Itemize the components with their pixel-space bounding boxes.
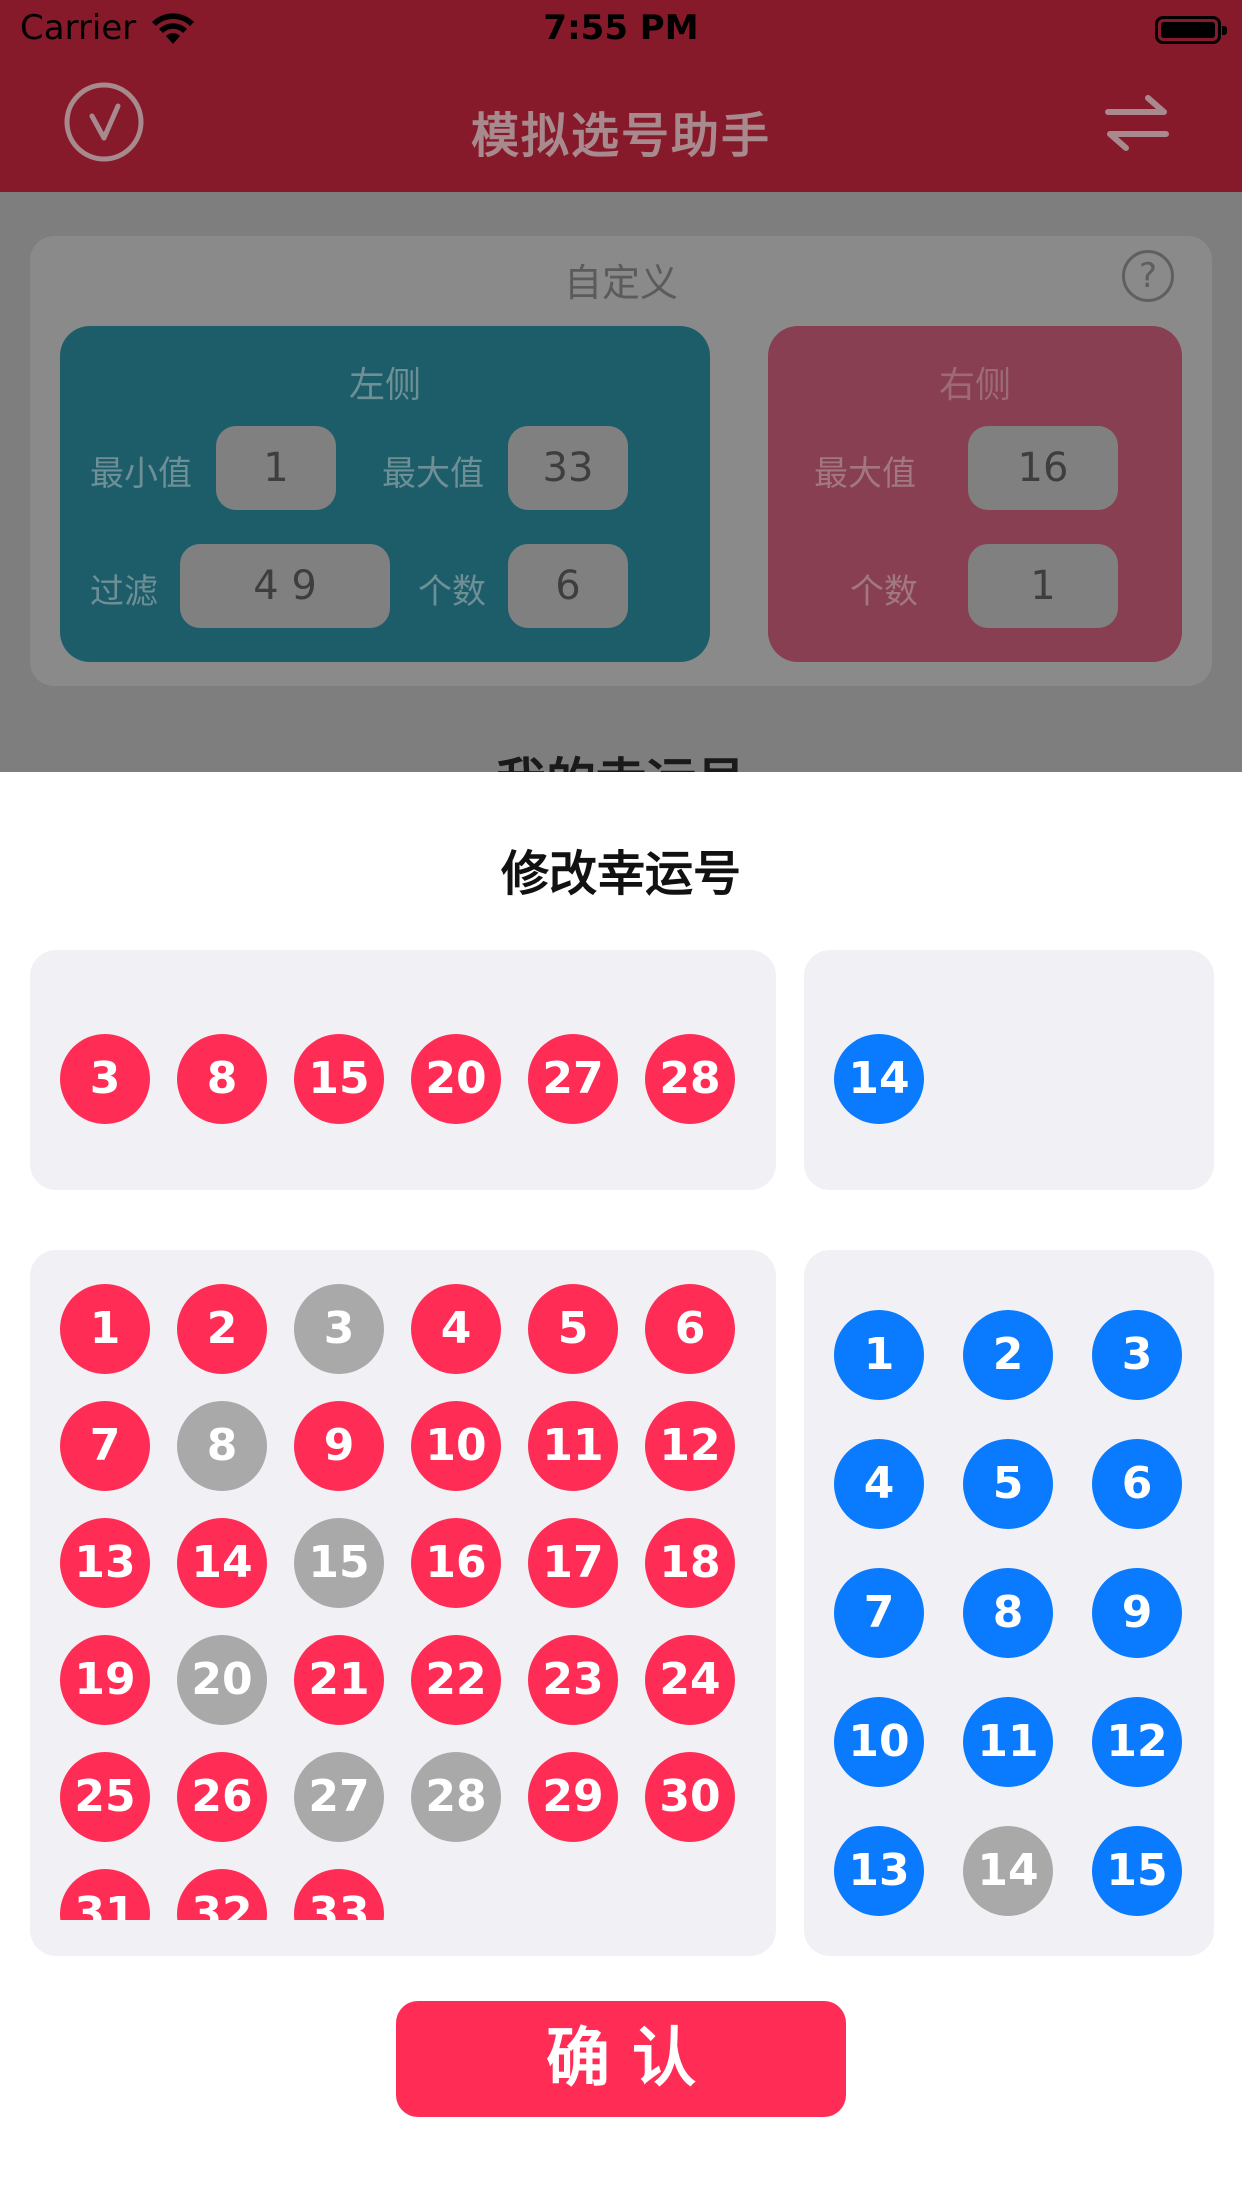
- left-number-ball[interactable]: 14: [177, 1518, 267, 1608]
- right-count-label: 个数: [850, 572, 918, 612]
- selected-right-ball[interactable]: 14: [834, 1034, 924, 1124]
- right-number-ball[interactable]: 2: [963, 1310, 1053, 1400]
- navigation-bar: 模拟选号助手: [0, 60, 1242, 192]
- min-label: 最小值: [90, 454, 192, 494]
- left-number-ball[interactable]: 16: [411, 1518, 501, 1608]
- max-label: 最大值: [382, 454, 484, 494]
- right-number-ball[interactable]: 3: [1092, 1310, 1182, 1400]
- right-max-value-field[interactable]: 16: [968, 426, 1118, 510]
- selected-left-ball[interactable]: 28: [645, 1034, 735, 1124]
- right-number-ball[interactable]: 15: [1092, 1826, 1182, 1916]
- right-range-panel: 右侧 最大值 16 个数 1: [768, 326, 1182, 662]
- selected-right-panel: 14: [804, 950, 1214, 1190]
- left-number-ball[interactable]: 12: [645, 1401, 735, 1491]
- left-number-ball[interactable]: 23: [528, 1635, 618, 1725]
- right-number-ball[interactable]: 12: [1092, 1697, 1182, 1787]
- confirm-button[interactable]: 确认: [396, 2001, 846, 2117]
- left-number-ball[interactable]: 30: [645, 1752, 735, 1842]
- right-number-pool: 1 2 3 4 5 6 7 8 9 10 11 12 13 14 15: [804, 1250, 1214, 1956]
- left-number-ball[interactable]: 19: [60, 1635, 150, 1725]
- left-number-ball[interactable]: 10: [411, 1401, 501, 1491]
- left-number-ball[interactable]: 32: [177, 1869, 267, 1920]
- right-number-grid: 1 2 3 4 5 6 7 8 9 10 11 12 13 14 15: [804, 1250, 1214, 1956]
- filter-label: 过滤: [90, 572, 158, 612]
- left-number-pool: 1 2 3 4 5 6 7 8 9 10 11 12 13 14 15 16 17 18 19 20 21 22 23 24 2…: [30, 1250, 776, 1956]
- right-number-ball[interactable]: 9: [1092, 1568, 1182, 1658]
- custom-title: 自定义: [563, 261, 678, 305]
- left-number-ball: 3: [294, 1284, 384, 1374]
- sheet-title: 修改幸运号: [500, 846, 741, 902]
- left-number-ball[interactable]: 29: [528, 1752, 618, 1842]
- left-number-ball[interactable]: 9: [294, 1401, 384, 1491]
- selected-left-ball[interactable]: 27: [528, 1034, 618, 1124]
- battery-icon: [1155, 16, 1227, 44]
- count-label: 个数: [418, 572, 486, 612]
- right-count-value-field[interactable]: 1: [968, 544, 1118, 628]
- right-number-ball[interactable]: 10: [834, 1697, 924, 1787]
- selected-left-panel: 3 8 15 20 27 28: [30, 950, 776, 1190]
- right-number-ball[interactable]: 13: [834, 1826, 924, 1916]
- left-number-ball[interactable]: 13: [60, 1518, 150, 1608]
- left-number-ball[interactable]: 21: [294, 1635, 384, 1725]
- right-number-ball[interactable]: 1: [834, 1310, 924, 1400]
- left-number-ball[interactable]: 22: [411, 1635, 501, 1725]
- left-number-ball[interactable]: 6: [645, 1284, 735, 1374]
- right-number-ball[interactable]: 6: [1092, 1439, 1182, 1529]
- selected-left-ball[interactable]: 8: [177, 1034, 267, 1124]
- left-number-ball: 15: [294, 1518, 384, 1608]
- left-number-ball: 27: [294, 1752, 384, 1842]
- status-time: 7:55 PM: [543, 8, 699, 48]
- selected-left-balls: 3 8 15 20 27 28: [30, 950, 776, 1190]
- right-number-ball[interactable]: 7: [834, 1568, 924, 1658]
- left-number-ball[interactable]: 26: [177, 1752, 267, 1842]
- right-number-ball[interactable]: 4: [834, 1439, 924, 1529]
- swap-arrows-icon[interactable]: [1102, 88, 1172, 158]
- max-value-field[interactable]: 33: [508, 426, 628, 510]
- left-number-ball[interactable]: 11: [528, 1401, 618, 1491]
- left-number-ball: 8: [177, 1401, 267, 1491]
- right-number-ball[interactable]: 8: [963, 1568, 1053, 1658]
- status-bar: Carrier 7:55 PM: [0, 0, 1242, 60]
- page-title: 模拟选号助手: [470, 108, 771, 164]
- left-number-ball[interactable]: 7: [60, 1401, 150, 1491]
- left-number-ball[interactable]: 33: [294, 1869, 384, 1920]
- left-number-ball: 20: [177, 1635, 267, 1725]
- right-number-ball[interactable]: 5: [963, 1439, 1053, 1529]
- left-number-ball[interactable]: 18: [645, 1518, 735, 1608]
- right-number-ball[interactable]: 11: [963, 1697, 1053, 1787]
- min-value-field[interactable]: 1: [216, 426, 336, 510]
- count-value-field[interactable]: 6: [508, 544, 628, 628]
- left-number-ball[interactable]: 31: [60, 1869, 150, 1920]
- filter-value-field[interactable]: 4 9: [180, 544, 390, 628]
- right-number-ball: 14: [963, 1826, 1053, 1916]
- left-number-ball[interactable]: 24: [645, 1635, 735, 1725]
- edit-lucky-number-sheet: 修改幸运号 3 8 15 20 27 28 14 1 2 3 4 5 6 7 8 9 10 11 12 13 14 1…: [0, 772, 1242, 2208]
- left-number-grid: 1 2 3 4 5 6 7 8 9 10 11 12 13 14 15 16 17 18 19 20 21 22 23 24 2…: [30, 1250, 776, 1920]
- right-max-label: 最大值: [814, 454, 916, 494]
- selected-left-ball[interactable]: 3: [60, 1034, 150, 1124]
- help-icon[interactable]: ?: [1122, 250, 1174, 302]
- left-number-ball[interactable]: 17: [528, 1518, 618, 1608]
- selected-left-ball[interactable]: 20: [411, 1034, 501, 1124]
- right-panel-title: 右侧: [938, 365, 1011, 406]
- left-panel-title: 左侧: [348, 365, 421, 406]
- left-number-ball: 28: [411, 1752, 501, 1842]
- selected-right-balls: 14: [804, 950, 1214, 1190]
- left-number-ball[interactable]: 5: [528, 1284, 618, 1374]
- left-number-ball[interactable]: 4: [411, 1284, 501, 1374]
- selected-left-ball[interactable]: 15: [294, 1034, 384, 1124]
- left-number-ball[interactable]: 25: [60, 1752, 150, 1842]
- left-number-ball[interactable]: 1: [60, 1284, 150, 1374]
- left-number-ball[interactable]: 2: [177, 1284, 267, 1374]
- left-range-panel: 左侧 最小值 1 最大值 33 过滤 4 9 个数 6: [60, 326, 710, 662]
